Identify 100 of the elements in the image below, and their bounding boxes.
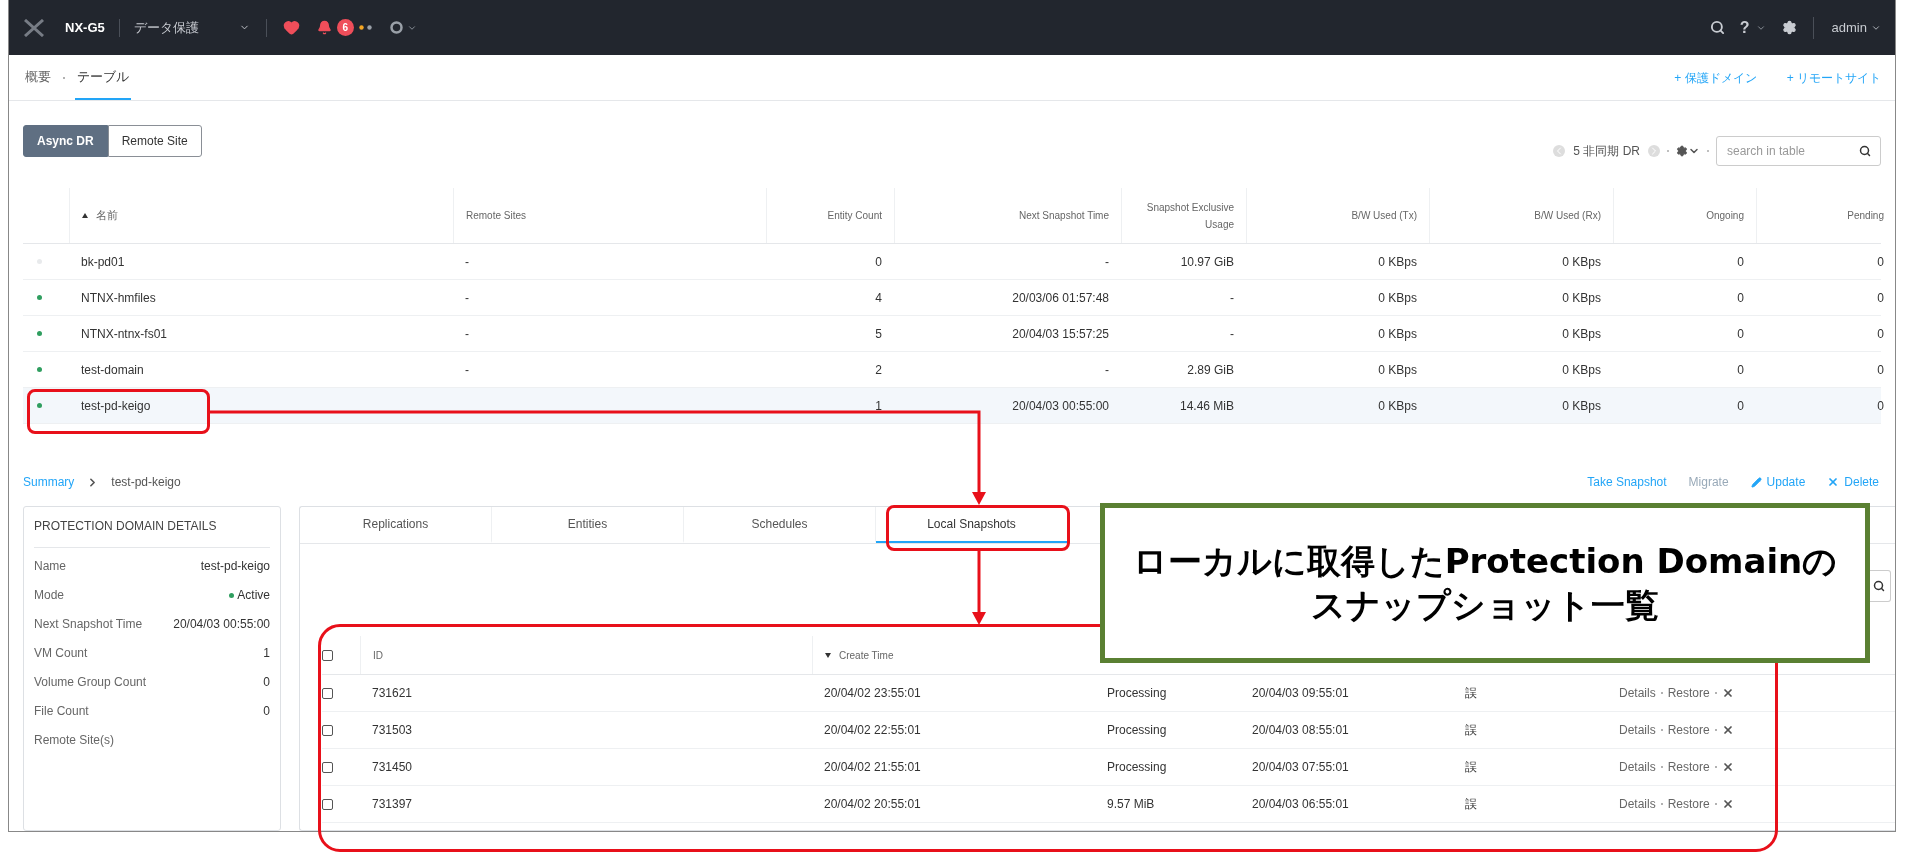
delete-icon[interactable] [1721, 724, 1734, 736]
column-header[interactable]: Pending [1847, 207, 1884, 224]
table-cell-text: 0 KBps [1562, 397, 1601, 415]
row-action-link[interactable]: Details [1619, 721, 1656, 739]
detail-tab[interactable]: Entities [492, 507, 684, 543]
field-label: File Count [34, 703, 89, 720]
table-cell-text: bk-pd01 [81, 253, 125, 271]
delete-icon[interactable] [1721, 798, 1734, 810]
table-cell-text: 20/03/06 01:57:48 [1012, 289, 1109, 307]
table-cell-text: 0 [1877, 289, 1884, 307]
detail-tab[interactable]: Schedules [684, 507, 876, 543]
search-field[interactable]: search in table [1716, 136, 1881, 166]
checkbox[interactable] [322, 724, 333, 736]
bell-icon[interactable] [316, 20, 332, 35]
table-cell-text: 0 [1877, 253, 1884, 271]
help-button[interactable]: ? [1739, 15, 1750, 40]
column-header[interactable]: B/W Used (Tx) [1351, 207, 1417, 224]
detail-tab[interactable]: Replications [300, 507, 492, 543]
table-cell-text: Processing [1107, 722, 1167, 739]
checkbox[interactable] [322, 798, 333, 810]
row-action-link[interactable]: Details [1619, 795, 1656, 813]
table-cell-text: 4 [875, 289, 882, 307]
user-menu[interactable]: admin [1831, 17, 1881, 38]
table-cell-text: 5 [875, 325, 882, 343]
delete-icon[interactable] [1721, 761, 1734, 773]
status-dots-icon[interactable] [358, 25, 373, 30]
table-cell-text: - [1230, 289, 1234, 307]
table-cell-text: 0 KBps [1562, 289, 1601, 307]
table-cell-text: 誤 [1465, 759, 1477, 776]
table-cell-text: Processing [1107, 685, 1167, 702]
table-cell-text: 20/04/02 20:55:01 [824, 796, 921, 813]
table-cell-text: 20/04/02 22:55:01 [824, 722, 921, 739]
table-cell-text: 0 [1877, 361, 1884, 379]
row-action-link[interactable]: Details [1619, 758, 1656, 776]
column-header[interactable]: Snapshot Exclusive Usage [1134, 198, 1234, 233]
search-icon[interactable] [1709, 20, 1725, 35]
close-icon [1827, 476, 1840, 488]
table-cell-text: 20/04/03 07:55:01 [1252, 759, 1349, 776]
table-cell-text: 2 [875, 361, 882, 379]
table-cell-text: - [1105, 361, 1109, 379]
row-action-link[interactable]: Restore [1667, 684, 1710, 702]
table-cell-text: 9.57 MiB [1107, 796, 1155, 813]
detail-tab[interactable]: Local Snapshots [876, 507, 1068, 543]
row-action-link[interactable]: Restore [1667, 721, 1710, 739]
field-label: Next Snapshot Time [34, 616, 143, 633]
search-icon [1873, 580, 1885, 592]
table-cell-text: - [1105, 253, 1109, 271]
table-cell-text: 20/04/02 23:55:01 [824, 685, 921, 702]
row-action-link[interactable]: Restore [1667, 795, 1710, 813]
column-header[interactable]: B/W Used (Rx) [1534, 207, 1601, 224]
table-cell-text: - [465, 325, 469, 343]
field-value: 20/04/03 00:55:00 [173, 616, 270, 633]
field-label: Mode [34, 587, 65, 604]
table-cell-text: test-pd-keigo [81, 397, 151, 415]
ring-icon[interactable] [389, 21, 403, 34]
row-action-link[interactable]: Restore [1667, 758, 1710, 776]
view-toggle-button[interactable]: Async DR [23, 125, 108, 157]
column-header[interactable]: Next Snapshot Time [1018, 207, 1109, 224]
column-header[interactable]: 名前 [96, 207, 118, 224]
table-cell-text: 2.89 GiB [1187, 361, 1234, 379]
table-cell-text: - [1230, 325, 1234, 343]
cluster-name: NX-G5 [65, 18, 105, 37]
column-header[interactable]: Create Time [839, 647, 894, 663]
table-cell-text: - [465, 361, 469, 379]
table-cell-text: 0 [875, 253, 882, 271]
checkbox[interactable] [322, 761, 333, 773]
nav-tab[interactable]: 概要 [23, 55, 53, 100]
table-cell-text: Processing [1107, 759, 1167, 776]
column-header[interactable]: Remote Sites [466, 207, 527, 224]
table-cell-text: 20/04/02 21:55:01 [824, 759, 921, 776]
table-cell-text: 20/04/03 15:57:25 [1012, 325, 1109, 343]
table-cell-text: 誤 [1465, 722, 1477, 739]
table-cell-text: test-domain [81, 361, 144, 379]
nav-tab[interactable]: テーブル [75, 55, 131, 100]
view-toggle-button[interactable]: Remote Site [107, 125, 202, 157]
table-cell-text: 731397 [372, 796, 413, 813]
callout-text: ローカルに取得したProtection Domainの [1132, 540, 1838, 583]
field-value: test-pd-keigo [200, 558, 270, 575]
table-cell-text: 731621 [372, 685, 413, 702]
table-cell-text: 0 KBps [1378, 397, 1417, 415]
menu-dropdown[interactable]: データ保護 [133, 17, 250, 38]
table-cell-text: 0 [1877, 397, 1884, 415]
alert-count-badge[interactable]: 6 [336, 19, 354, 36]
field-value: 1 [263, 645, 270, 662]
table-cell-text: 誤 [1465, 796, 1477, 813]
x-logo-icon[interactable] [23, 18, 45, 37]
delete-icon[interactable] [1721, 687, 1734, 699]
table-cell-text: 731503 [372, 722, 413, 739]
row-action-link[interactable]: Details [1619, 684, 1656, 702]
field-label: VM Count [34, 645, 88, 662]
heart-pulse-icon[interactable] [282, 19, 300, 36]
column-header[interactable]: Ongoing [1706, 207, 1744, 224]
settings-icon[interactable] [1676, 145, 1688, 157]
field-value: Active [237, 587, 270, 604]
column-header[interactable]: Entity Count [827, 207, 882, 224]
column-header[interactable]: ID [373, 647, 383, 663]
checkbox[interactable] [322, 649, 333, 661]
checkbox[interactable] [322, 687, 333, 699]
table-cell-text: 20/04/03 06:55:01 [1252, 796, 1349, 813]
breadcrumb-current: test-pd-keigo [111, 474, 181, 491]
